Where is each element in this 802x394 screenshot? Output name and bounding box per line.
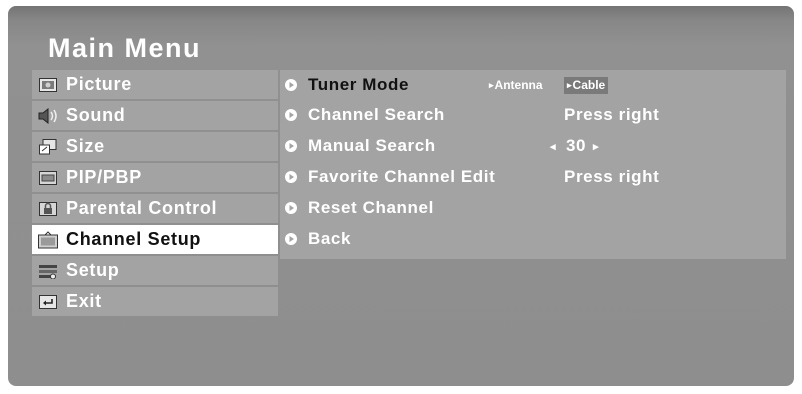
menu-item-pip[interactable]: PIP/PBP (32, 163, 278, 192)
channel-setup-panel: Tuner Mode ▸Antenna ▸Cable Channel Searc… (280, 70, 786, 259)
menu-item-channel-setup[interactable]: Channel Setup (32, 225, 278, 254)
left-arrow-icon[interactable]: ◂ (550, 140, 556, 153)
tuner-option-antenna[interactable]: ▸Antenna (486, 77, 546, 94)
menu-item-label: PIP/PBP (66, 167, 142, 187)
menu-item-label: Picture (66, 74, 132, 94)
bullet-icon (285, 79, 297, 91)
reset-channel-label: Reset Channel (308, 198, 434, 217)
right-arrow-icon: ▸ (567, 80, 572, 90)
right-arrow-icon: ▸ (489, 80, 494, 90)
bullet-icon (285, 140, 297, 152)
manual-search-value: 30 (566, 136, 587, 155)
option-reset-channel[interactable]: Reset Channel (280, 193, 786, 223)
menu-item-sound[interactable]: Sound (32, 101, 278, 130)
exit-icon (38, 294, 58, 310)
bullet-icon (285, 109, 297, 121)
menu-item-parental-control[interactable]: Parental Control (32, 194, 278, 223)
speaker-icon (38, 107, 58, 124)
pip-icon (38, 170, 58, 186)
favorite-channel-edit-label: Favorite Channel Edit (308, 167, 496, 186)
channel-search-value: Press right (564, 105, 660, 124)
tv-icon (38, 230, 58, 248)
menu-item-label: Size (66, 136, 105, 156)
menu-item-size[interactable]: Size (32, 132, 278, 161)
menu-title: Main Menu (48, 33, 201, 63)
bullet-icon (285, 202, 297, 214)
option-channel-search[interactable]: Channel Search Press right (280, 100, 786, 130)
menu-item-exit[interactable]: Exit (32, 287, 278, 316)
menu-item-label: Setup (66, 260, 120, 280)
setup-icon (38, 263, 58, 279)
bullet-icon (285, 171, 297, 183)
favorite-channel-value: Press right (564, 167, 660, 186)
menu-item-label: Exit (66, 291, 102, 311)
option-tuner-mode[interactable]: Tuner Mode ▸Antenna ▸Cable (280, 70, 786, 100)
back-label: Back (308, 229, 352, 248)
right-arrow-icon[interactable]: ▸ (593, 140, 599, 153)
option-favorite-channel-edit[interactable]: Favorite Channel Edit Press right (280, 162, 786, 192)
tuner-mode-label: Tuner Mode (308, 75, 410, 94)
lock-icon (38, 201, 58, 217)
option-back[interactable]: Back (280, 224, 786, 254)
bullet-icon (285, 233, 297, 245)
menu-item-label: Channel Setup (66, 229, 202, 249)
menu-item-picture[interactable]: Picture (32, 70, 278, 99)
main-menu: Picture Sound Size PIP/PBP Parental Cont… (32, 70, 278, 318)
option-manual-search[interactable]: Manual Search ◂ 30 ▸ (280, 131, 786, 161)
menu-item-setup[interactable]: Setup (32, 256, 278, 285)
size-icon (38, 138, 58, 155)
channel-search-label: Channel Search (308, 105, 445, 124)
menu-item-label: Parental Control (66, 198, 218, 218)
tuner-option-cable[interactable]: ▸Cable (564, 77, 609, 94)
menu-item-label: Sound (66, 105, 126, 125)
picture-icon (38, 77, 58, 93)
manual-search-label: Manual Search (308, 136, 436, 155)
